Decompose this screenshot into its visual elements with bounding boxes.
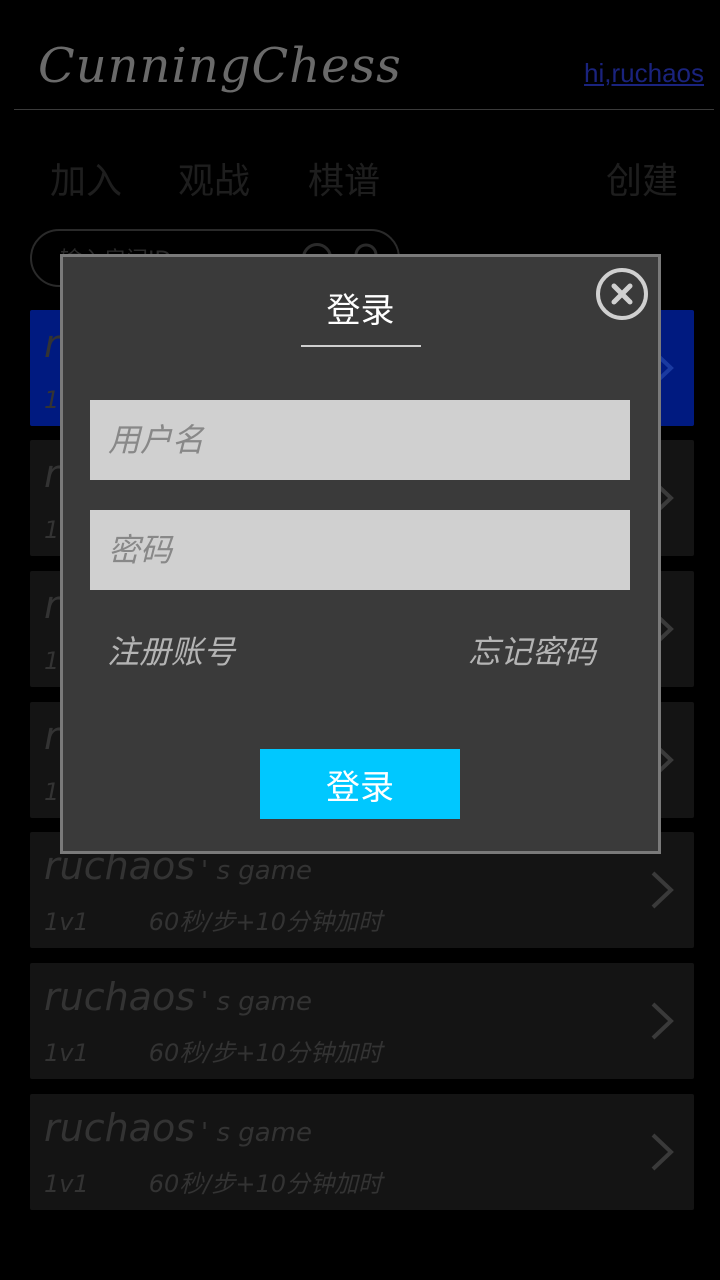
game-title: ruchaos' s game bbox=[44, 975, 312, 1019]
game-rule: 60秒/步+10分钟加时 bbox=[148, 1039, 383, 1067]
game-suffix: ' s game bbox=[201, 1118, 313, 1148]
register-link[interactable]: 注册账号 bbox=[107, 627, 235, 673]
game-title: ruchaos' s game bbox=[44, 1106, 312, 1150]
username-field[interactable] bbox=[90, 400, 630, 480]
header-divider bbox=[14, 109, 714, 110]
game-mode: 1v1 bbox=[44, 908, 89, 936]
game-owner: ruchaos bbox=[44, 1106, 196, 1150]
game-mode: 1v1 bbox=[44, 1039, 89, 1067]
login-modal: 登录 注册账号 忘记密码 登录 bbox=[60, 254, 661, 854]
forgot-password-link[interactable]: 忘记密码 bbox=[468, 627, 596, 673]
chevron-right-icon bbox=[651, 871, 674, 909]
tab-join[interactable]: 加入 bbox=[50, 152, 122, 204]
game-meta: 1v1 60秒/步+10分钟加时 bbox=[44, 1164, 382, 1199]
title-underline bbox=[301, 345, 421, 347]
game-meta: 1v1 60秒/步+10分钟加时 bbox=[44, 1033, 382, 1068]
tab-create[interactable]: 创建 bbox=[606, 152, 678, 204]
login-button[interactable]: 登录 bbox=[260, 749, 460, 819]
game-rule: 60秒/步+10分钟加时 bbox=[148, 908, 383, 936]
game-row[interactable]: ruchaos' s game 1v1 60秒/步+10分钟加时 bbox=[30, 1094, 694, 1210]
game-owner: ruchaos bbox=[44, 975, 196, 1019]
page: CunningChess hi,ruchaos 加入 观战 棋谱 创建 ruch… bbox=[0, 0, 720, 1280]
game-mode: 1v1 bbox=[44, 1170, 89, 1198]
user-link[interactable]: hi,ruchaos bbox=[584, 58, 704, 89]
game-suffix: ' s game bbox=[201, 987, 313, 1017]
password-field[interactable] bbox=[90, 510, 630, 590]
app-logo: CunningChess bbox=[38, 38, 402, 94]
app-header: CunningChess hi,ruchaos bbox=[0, 0, 720, 110]
game-meta: 1v1 60秒/步+10分钟加时 bbox=[44, 902, 382, 937]
chevron-right-icon bbox=[651, 1002, 674, 1040]
tab-spectate[interactable]: 观战 bbox=[178, 152, 250, 204]
modal-title: 登录 bbox=[326, 291, 395, 331]
chevron-right-icon bbox=[651, 1133, 674, 1171]
game-suffix: ' s game bbox=[201, 856, 313, 886]
close-icon[interactable] bbox=[595, 267, 649, 321]
tab-records[interactable]: 棋谱 bbox=[308, 152, 380, 204]
game-rule: 60秒/步+10分钟加时 bbox=[148, 1170, 383, 1198]
game-row[interactable]: ruchaos' s game 1v1 60秒/步+10分钟加时 bbox=[30, 963, 694, 1079]
